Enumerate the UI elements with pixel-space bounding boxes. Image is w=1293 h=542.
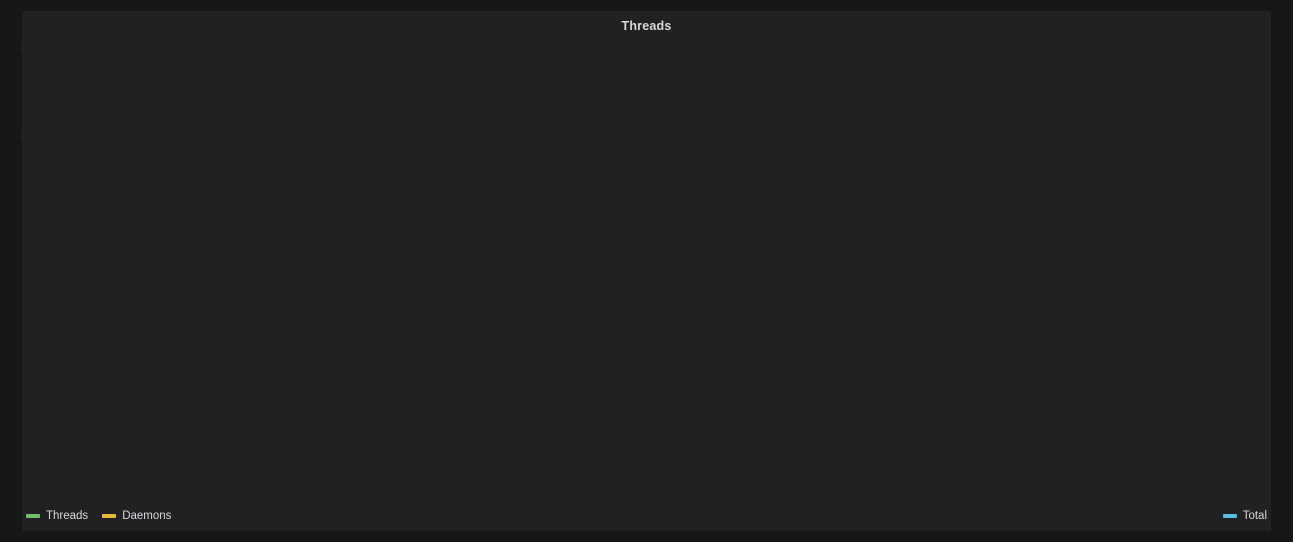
legend-item-total[interactable]: Total [1222,510,1267,522]
legend-item-threads[interactable]: Threads [26,510,88,522]
legend-item-daemons[interactable]: Daemons [102,510,171,522]
legend-color-swatch-icon [1222,514,1237,518]
legend-color-swatch-icon [26,514,40,518]
page-title: Threads [621,19,672,33]
legend-right: Total [1222,510,1267,522]
threads-panel: Threads [22,11,1271,531]
legend-label: Daemons [122,510,172,522]
legend-left: Threads Daemons [26,510,171,522]
legend-label: Total [1242,510,1267,522]
legend-color-swatch-icon [102,514,117,518]
chart-panel-wrapper: Threads 05001.0 K1.5 K2.0 K2.5 K03 K5 K8… [0,0,1293,542]
legend-label: Threads [46,510,89,522]
